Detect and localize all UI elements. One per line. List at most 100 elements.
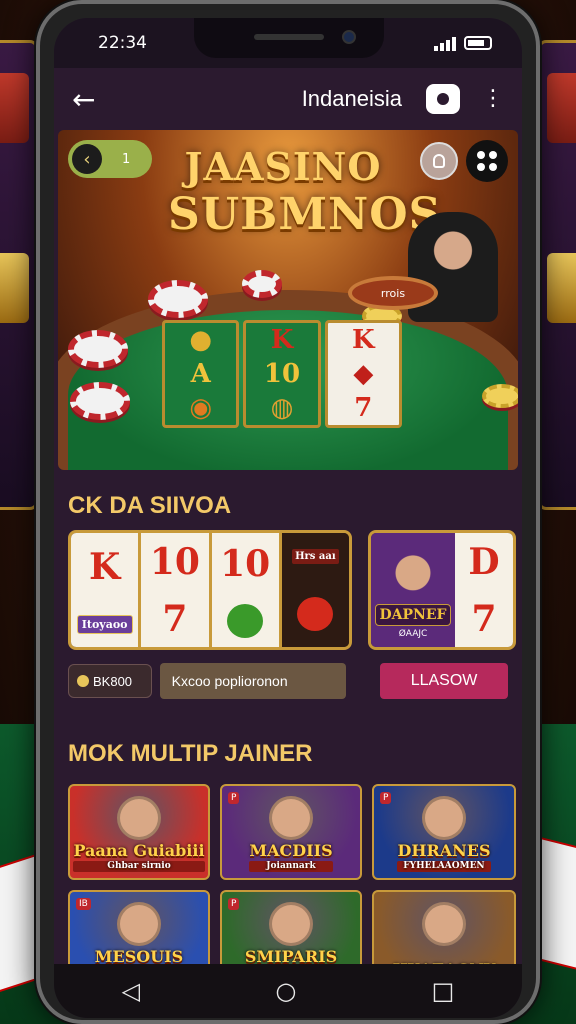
game-title: DHRANES FYHELAAOMEN: [397, 841, 491, 872]
hero-reels: ● A ◉ K 10 ◍ K ◆ 7: [162, 320, 402, 428]
game-character-image: [117, 902, 161, 946]
balance-chip[interactable]: BK800: [68, 664, 152, 698]
back-toggle[interactable]: ‹ 1: [68, 140, 152, 178]
slot-reel: D 7: [455, 533, 513, 647]
reel-symbol: K: [270, 325, 294, 355]
phone-frame: 22:34 ← Indaneisia ⋮ ‹ 1 JAASINO SUBMNOS…: [36, 0, 540, 1024]
chevron-left-icon: ‹: [72, 144, 102, 174]
reel: K ◆ 7: [324, 320, 402, 428]
spin-button[interactable]: LLASOW: [380, 663, 509, 699]
phone-screen: 22:34 ← Indaneisia ⋮ ‹ 1 JAASINO SUBMNOS…: [54, 18, 522, 1018]
reel-symbol: 10: [220, 542, 271, 585]
reel-symbol: D: [468, 540, 500, 583]
reel-symbol: K: [352, 325, 375, 355]
background-sign-right: [538, 40, 576, 510]
status-icons: [434, 35, 492, 51]
app-bar: ← Indaneisia ⋮: [54, 68, 522, 130]
game-title: Paana Guiabiii Ghbar sirnio: [73, 841, 205, 872]
logo-line1: JAASINO: [184, 144, 382, 189]
game-tile[interactable]: P DHRANES FYHELAAOMEN: [372, 784, 516, 880]
game-tile[interactable]: Paana Guiabiii Ghbar sirnio: [68, 784, 210, 880]
section-title: CK DA SIIVOA: [68, 492, 232, 519]
game-character-image: [422, 902, 466, 946]
background-sign-left: [0, 40, 38, 510]
reel-symbol: A: [190, 359, 211, 389]
page-title: Indaneisia: [301, 86, 402, 111]
reel-badge: Itoyaoo: [76, 614, 133, 634]
gold-chip: [482, 384, 518, 408]
nav-recents-icon[interactable]: □: [432, 977, 455, 1005]
reel-symbol: K: [88, 546, 121, 589]
poker-chip: [242, 270, 282, 298]
system-nav-bar: ◁ ○ □: [54, 964, 522, 1018]
casino-logo: JAASINO SUBMNOS: [168, 144, 442, 240]
chip-stack: rrois: [348, 276, 438, 310]
speaker-grille: [254, 34, 324, 40]
slot-game-card[interactable]: K Itoyaoo 10 7 10 Hrs aaı: [68, 530, 352, 650]
reel-symbol: 10: [263, 359, 301, 389]
slot-reel: 10: [211, 533, 282, 647]
game-name: Paana Guiabiii: [73, 841, 205, 860]
game-subtitle: Ghbar sirnio: [73, 861, 205, 872]
game-tag: P: [228, 792, 240, 804]
reel: ● A ◉: [162, 320, 240, 428]
fruit-icon: [297, 596, 334, 631]
reel-symbol: ●: [189, 325, 212, 355]
game-subtitle: FYHELAAOMEN: [397, 861, 491, 872]
signal-icon: [434, 35, 456, 51]
bet-input[interactable]: Kxcoo poplioronon: [159, 663, 347, 699]
status-time: 22:34: [98, 33, 147, 53]
poker-chip: [148, 280, 208, 318]
settings-icon[interactable]: [426, 84, 460, 114]
reel-symbol: ◆: [353, 359, 374, 389]
slot-game-card[interactable]: DAPNEF ØAAJC D 7: [368, 530, 516, 650]
more-vertical-icon[interactable]: ⋮: [482, 88, 504, 110]
game-character-image: [422, 796, 466, 840]
portrait-sub: ØAAJC: [398, 629, 428, 639]
menu-grid-icon[interactable]: [466, 140, 508, 182]
reel: K 10 ◍: [243, 320, 321, 428]
game-title: MACDIIS Joiannark: [249, 841, 333, 872]
game-tile[interactable]: P MACDIIS Joiannark: [220, 784, 362, 880]
game-tag: IB: [76, 898, 91, 910]
poker-chip: [70, 382, 130, 420]
slot-controls: BK800 Kxcoo poplioronon LLASOW: [68, 662, 509, 700]
nav-home-icon[interactable]: ○: [275, 977, 296, 1005]
slot-reel: 10 7: [141, 533, 212, 647]
game-name: DHRANES: [397, 841, 491, 860]
camera-notch: [194, 18, 384, 58]
fruit-icon: [227, 603, 264, 638]
game-name: MACDIIS: [249, 841, 333, 860]
slot-reel: Hrs aaı: [281, 533, 349, 647]
coin-icon: [77, 675, 89, 687]
reel-symbol: 10: [149, 540, 200, 583]
game-character-image: [269, 902, 313, 946]
game-tag: P: [228, 898, 240, 910]
reel-symbol: 7: [162, 597, 188, 640]
reel-symbol: 7: [471, 597, 497, 640]
chip-label: rrois: [380, 286, 406, 300]
battery-icon: [464, 36, 492, 50]
nav-back-icon[interactable]: ◁: [122, 977, 140, 1005]
toggle-value: 1: [122, 151, 131, 167]
arrow-left-icon[interactable]: ←: [72, 83, 112, 116]
game-character-image: [117, 796, 161, 840]
reel-symbol: ◍: [270, 393, 294, 423]
game-tag: P: [380, 792, 392, 804]
reel-label: Hrs aaı: [292, 549, 339, 565]
user-icon[interactable]: [420, 142, 458, 180]
reel-symbol: 7: [354, 393, 373, 423]
poker-chip: [68, 330, 128, 368]
balance-value: BK800: [93, 673, 133, 689]
game-grid: Paana Guiabiii Ghbar sirnio P MACDIIS Joiann…: [68, 784, 516, 986]
game-portrait: DAPNEF ØAAJC: [371, 533, 455, 647]
logo-line2: SUBMNOS: [168, 189, 442, 240]
hero-banner[interactable]: ‹ 1 JAASINO SUBMNOS rrois ● A ◉ K 10 ◍ K…: [58, 130, 518, 470]
game-subtitle: Joiannark: [249, 861, 333, 872]
section-title: MOK MULTIP JAINER: [68, 740, 313, 767]
portrait-title: DAPNEF: [374, 604, 452, 626]
slot-row: K Itoyaoo 10 7 10 Hrs aaı DAPNEF ØAAJC D…: [68, 530, 516, 650]
front-camera: [342, 30, 356, 44]
reel-symbol: ◉: [189, 393, 212, 423]
slot-reel: K Itoyaoo: [71, 533, 142, 647]
